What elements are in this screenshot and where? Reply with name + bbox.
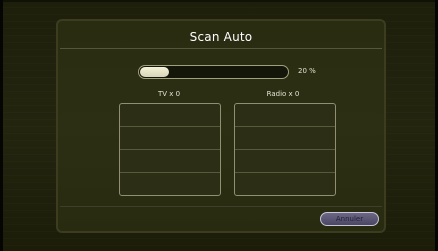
list-row-divider <box>120 172 220 173</box>
list-row-divider <box>235 126 335 127</box>
dialog-title: Scan Auto <box>189 30 253 44</box>
scan-dialog: Scan Auto 20 % TV x 0 Radio x 0 Annuler <box>56 19 386 233</box>
list-row-divider <box>120 149 220 150</box>
radio-channel-list <box>234 103 336 196</box>
scan-progress-bar <box>138 65 289 79</box>
tv-channel-list <box>119 103 221 196</box>
cancel-button[interactable]: Annuler <box>320 212 379 226</box>
tv-screen: Scan Auto 20 % TV x 0 Radio x 0 Annuler <box>0 0 438 251</box>
scan-progress-fill <box>140 67 169 77</box>
screen-left-edge <box>0 0 3 251</box>
list-row-divider <box>120 126 220 127</box>
footer-divider <box>60 206 382 207</box>
tv-count-label: TV x 0 <box>157 90 181 98</box>
scan-progress-label: 20 % <box>298 67 316 75</box>
list-row-divider <box>235 172 335 173</box>
radio-count-label: Radio x 0 <box>266 90 300 98</box>
title-divider <box>60 48 382 49</box>
screen-top-edge <box>0 0 438 2</box>
cancel-button-label: Annuler <box>335 215 364 223</box>
list-row-divider <box>235 149 335 150</box>
